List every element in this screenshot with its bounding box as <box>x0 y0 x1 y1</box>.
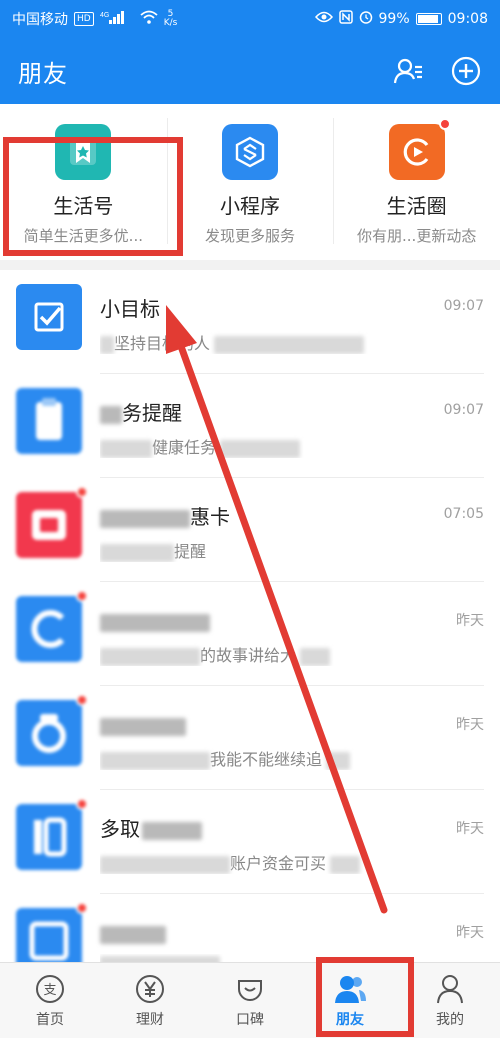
friends-screen: 中国移动 HD 4G 5 K/s 99% 09:08 朋友 生活号 简单生活更多… <box>0 0 500 1038</box>
annotation-arrow <box>166 305 388 914</box>
